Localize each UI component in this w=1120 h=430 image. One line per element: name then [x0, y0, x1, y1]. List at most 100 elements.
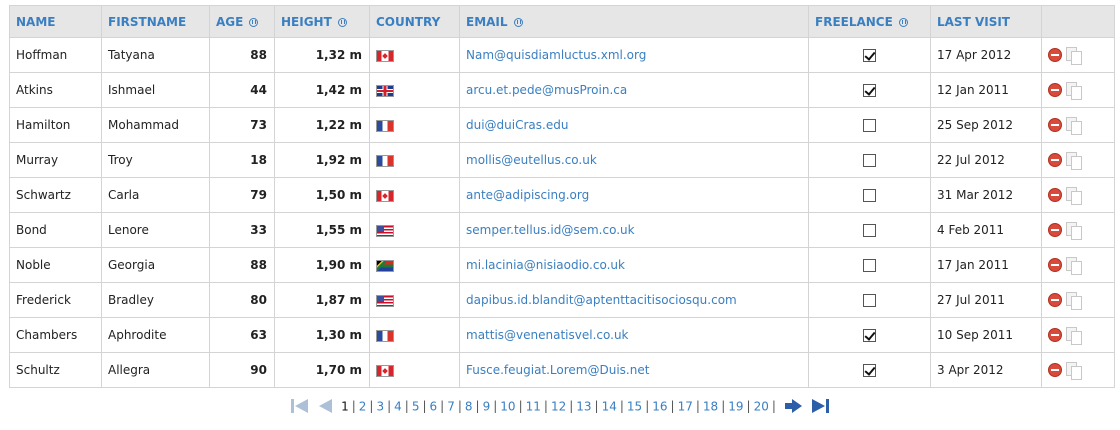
sort-icon[interactable]: [898, 17, 908, 27]
delete-icon[interactable]: [1048, 48, 1062, 62]
prev-page-icon[interactable]: [317, 398, 335, 414]
copy-icon[interactable]: [1066, 151, 1082, 170]
page-link-18[interactable]: 18: [703, 399, 718, 413]
page-link-10[interactable]: 10: [500, 399, 515, 413]
age-cell: 33: [209, 212, 275, 248]
table-row[interactable]: Hamilton Mohammad 73 1,22 m dui@duiCras.edu 2…: [9, 107, 1115, 143]
freelance-checkbox[interactable]: [863, 49, 876, 62]
actions-cell: [1041, 282, 1115, 318]
page-link-5[interactable]: 5: [412, 399, 420, 413]
age-cell: 79: [209, 177, 275, 213]
age-cell: 44: [209, 72, 275, 108]
column-header-age[interactable]: AGE: [209, 5, 275, 38]
page-separator: |: [493, 399, 498, 414]
first-page-icon[interactable]: [291, 398, 309, 414]
email-link[interactable]: mollis@eutellus.co.uk: [459, 142, 809, 178]
copy-icon[interactable]: [1066, 116, 1082, 135]
delete-icon[interactable]: [1048, 83, 1062, 97]
email-link[interactable]: Fusce.feugiat.Lorem@Duis.net: [459, 352, 809, 388]
page-link-13[interactable]: 13: [576, 399, 591, 413]
email-link[interactable]: Nam@quisdiamluctus.xml.org: [459, 37, 809, 73]
ca-flag-icon: [376, 49, 394, 62]
page-link-7[interactable]: 7: [447, 399, 455, 413]
table-row[interactable]: Schultz Allegra 90 1,70 m Fusce.feugiat.Lore…: [9, 352, 1115, 388]
email-link[interactable]: semper.tellus.id@sem.co.uk: [459, 212, 809, 248]
copy-icon[interactable]: [1066, 186, 1082, 205]
copy-icon[interactable]: [1066, 291, 1082, 310]
freelance-checkbox[interactable]: [863, 259, 876, 272]
page-link-8[interactable]: 8: [465, 399, 473, 413]
table-row[interactable]: Noble Georgia 88 1,90 m mi.lacinia@nisiaodio…: [9, 247, 1115, 283]
page-link-15[interactable]: 15: [627, 399, 642, 413]
page-link-20[interactable]: 20: [754, 399, 769, 413]
delete-icon[interactable]: [1048, 223, 1062, 237]
next-page-icon[interactable]: [784, 398, 803, 414]
delete-icon[interactable]: [1048, 118, 1062, 132]
table-row[interactable]: Schwartz Carla 79 1,50 m ante@adipiscing.org…: [9, 177, 1115, 213]
page-link-1[interactable]: 1: [341, 399, 349, 413]
fr-flag-icon: [376, 119, 394, 132]
page-link-16[interactable]: 16: [652, 399, 667, 413]
page-link-14[interactable]: 14: [602, 399, 617, 413]
freelance-checkbox[interactable]: [863, 224, 876, 237]
page-link-3[interactable]: 3: [376, 399, 384, 413]
sort-icon[interactable]: [249, 17, 259, 27]
freelance-checkbox[interactable]: [863, 84, 876, 97]
page-link-4[interactable]: 4: [394, 399, 402, 413]
copy-icon[interactable]: [1066, 326, 1082, 345]
email-link[interactable]: mi.lacinia@nisiaodio.co.uk: [459, 247, 809, 283]
freelance-checkbox[interactable]: [863, 119, 876, 132]
page-link-2[interactable]: 2: [359, 399, 367, 413]
country-cell: [369, 212, 460, 248]
table-row[interactable]: Murray Troy 18 1,92 m mollis@eutellus.co.uk 2…: [9, 142, 1115, 178]
name-cell: Schwartz: [9, 177, 102, 213]
page-link-12[interactable]: 12: [551, 399, 566, 413]
column-header-freelance[interactable]: FREELANCE: [808, 5, 931, 38]
column-header-height[interactable]: HEIGHT: [274, 5, 370, 38]
table-row[interactable]: Chambers Aphrodite 63 1,30 m mattis@venenati…: [9, 317, 1115, 353]
column-header-label: LAST VISIT: [937, 14, 1010, 29]
sort-icon[interactable]: [513, 17, 523, 27]
freelance-checkbox[interactable]: [863, 294, 876, 307]
copy-icon[interactable]: [1066, 361, 1082, 380]
page-link-6[interactable]: 6: [430, 399, 438, 413]
pagination: 1 | 2 | 3 | 4 | 5 | 6 | 7 | 8 | 9 | 10 | 11 | 12 | 13 | 14 | 15 | 16 | 1…: [0, 398, 1120, 414]
copy-icon[interactable]: [1066, 81, 1082, 100]
email-link[interactable]: dapibus.id.blandit@aptenttacitisociosqu.…: [459, 282, 809, 318]
name-cell: Chambers: [9, 317, 102, 353]
page-link-11[interactable]: 11: [526, 399, 541, 413]
last-page-icon[interactable]: [811, 398, 829, 414]
copy-icon[interactable]: [1066, 46, 1082, 65]
sort-icon[interactable]: [337, 17, 347, 27]
page-link-9[interactable]: 9: [483, 399, 491, 413]
freelance-checkbox[interactable]: [863, 154, 876, 167]
delete-icon[interactable]: [1048, 258, 1062, 272]
column-header-label: HEIGHT: [281, 14, 332, 29]
column-header-email[interactable]: EMAIL: [459, 5, 809, 38]
page-link-17[interactable]: 17: [678, 399, 693, 413]
email-link[interactable]: mattis@venenatisvel.co.uk: [459, 317, 809, 353]
freelance-checkbox[interactable]: [863, 329, 876, 342]
freelance-checkbox[interactable]: [863, 364, 876, 377]
copy-icon[interactable]: [1066, 221, 1082, 240]
column-header-label: FIRSTNAME: [108, 14, 187, 29]
country-cell: [369, 317, 460, 353]
email-link[interactable]: dui@duiCras.edu: [459, 107, 809, 143]
email-link[interactable]: ante@adipiscing.org: [459, 177, 809, 213]
delete-icon[interactable]: [1048, 293, 1062, 307]
delete-icon[interactable]: [1048, 363, 1062, 377]
copy-icon[interactable]: [1066, 256, 1082, 275]
freelance-checkbox[interactable]: [863, 189, 876, 202]
delete-icon[interactable]: [1048, 328, 1062, 342]
firstname-cell: Lenore: [101, 212, 210, 248]
table-row[interactable]: Atkins Ishmael 44 1,42 m arcu.et.pede@musPro…: [9, 72, 1115, 108]
delete-icon[interactable]: [1048, 153, 1062, 167]
delete-icon[interactable]: [1048, 188, 1062, 202]
last-visit-cell: 22 Jul 2012: [930, 142, 1042, 178]
email-link[interactable]: arcu.et.pede@musProin.ca: [459, 72, 809, 108]
table-row[interactable]: Bond Lenore 33 1,55 m semper.tellus.id@sem.c…: [9, 212, 1115, 248]
table-row[interactable]: Frederick Bradley 80 1,87 m dapibus.id.bland…: [9, 282, 1115, 318]
firstname-cell: Georgia: [101, 247, 210, 283]
page-link-19[interactable]: 19: [728, 399, 743, 413]
table-row[interactable]: Hoffman Tatyana 88 1,32 m Nam@quisdiamluctus…: [9, 37, 1115, 73]
